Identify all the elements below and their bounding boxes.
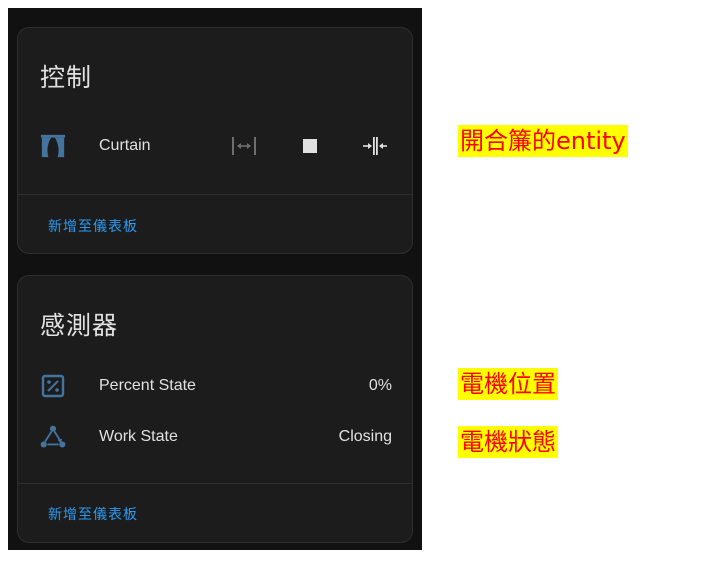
open-curtain-icon[interactable] xyxy=(230,132,258,160)
add-to-dashboard-link[interactable]: 新增至儀表板 xyxy=(48,216,138,236)
percent-state-value: 0% xyxy=(368,377,392,394)
control-card: 控制 Curtain 新增至儀表板 xyxy=(17,27,413,254)
dashboard-panel: 控制 Curtain 新增至儀表板 感測器 Percent State 0% W… xyxy=(8,8,422,550)
sensor-card-title: 感測器 xyxy=(40,311,119,340)
entity-annotation: 開合簾的entity xyxy=(458,125,628,157)
control-card-title: 控制 xyxy=(40,63,93,92)
curtain-entity-name[interactable]: Curtain xyxy=(99,137,151,155)
percent-state-row[interactable]: Percent State 0% xyxy=(18,368,412,404)
percent-state-name: Percent State xyxy=(99,377,196,394)
stop-icon[interactable] xyxy=(296,132,324,160)
state-machine-icon xyxy=(40,424,66,450)
close-curtain-icon[interactable] xyxy=(361,132,389,160)
divider xyxy=(18,194,412,195)
work-state-name: Work State xyxy=(99,428,178,445)
sensor-card: 感測器 Percent State 0% Work State Closing … xyxy=(17,275,413,543)
work-state-row[interactable]: Work State Closing xyxy=(18,419,412,455)
work-state-value: Closing xyxy=(338,428,392,445)
state-annotation: 電機狀態 xyxy=(458,426,558,458)
divider xyxy=(18,483,412,484)
curtain-entity-row[interactable]: Curtain xyxy=(18,128,412,164)
add-to-dashboard-link[interactable]: 新增至儀表板 xyxy=(48,504,138,524)
curtain-icon xyxy=(40,133,66,159)
position-annotation: 電機位置 xyxy=(458,368,558,400)
percent-box-icon xyxy=(40,373,66,399)
